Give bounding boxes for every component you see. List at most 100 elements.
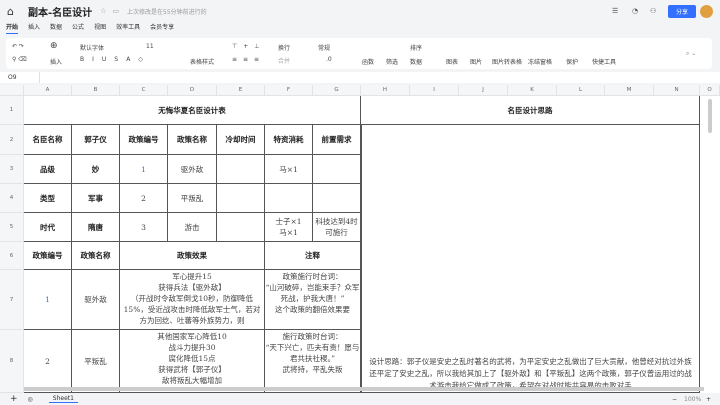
wrap-button[interactable]: 换行: [278, 43, 290, 52]
row-header[interactable]: 1: [0, 96, 24, 125]
column-header[interactable]: E: [217, 85, 265, 96]
data-cell[interactable]: 士子×1 马×1: [265, 213, 313, 242]
sort-button[interactable]: 排序: [410, 43, 422, 52]
add-sheet-icon[interactable]: +: [10, 394, 18, 404]
policy-effect-cell[interactable]: 军心提升15 获得兵法【驱外敌】 （开战时令敌军倒戈10秒，防御降低15%，受近…: [120, 270, 265, 330]
row-header[interactable]: 8: [0, 330, 24, 393]
policy-id-cell[interactable]: 2: [24, 330, 72, 393]
data-cell[interactable]: 时代: [24, 213, 72, 242]
column-header[interactable]: B: [72, 85, 120, 96]
column-header[interactable]: F: [265, 85, 313, 96]
align-vertical-icons[interactable]: ⊤+⊥: [232, 43, 265, 50]
column-header[interactable]: O: [700, 85, 720, 96]
align-horizontal-icons[interactable]: ≡≡≡: [232, 56, 265, 63]
history-icon[interactable]: ◔: [632, 7, 638, 15]
document-title[interactable]: 副本-名臣设计: [28, 4, 92, 19]
insert-icon[interactable]: ⊕: [50, 41, 58, 51]
zoom-out-icon[interactable]: −: [672, 396, 677, 403]
row-header[interactable]: 2: [0, 125, 24, 155]
menu-insert[interactable]: 插入: [28, 22, 40, 34]
data-cell[interactable]: 游击: [168, 213, 217, 242]
data-cell[interactable]: 马×1: [265, 155, 313, 184]
row-header[interactable]: 5: [0, 213, 24, 242]
data-cell[interactable]: 隋唐: [72, 213, 120, 242]
policy-id-cell[interactable]: 1: [24, 270, 72, 330]
column-header[interactable]: A: [24, 85, 72, 96]
column-header[interactable]: L: [557, 85, 605, 96]
data-cell[interactable]: [313, 155, 361, 184]
number-format-select[interactable]: 常规: [318, 43, 330, 52]
policy-effect-cell[interactable]: 其他国家军心降低10 战斗力提升30 腐化降低15点 获得武将【郭子仪】 敌将叛…: [120, 330, 265, 393]
collab-icon[interactable]: ⚇: [650, 7, 656, 15]
header-cell[interactable]: 前置需求: [313, 125, 361, 155]
data-cell[interactable]: [217, 213, 265, 242]
formula-input[interactable]: [40, 72, 720, 83]
quick-tools-button[interactable]: 快捷工具: [592, 57, 616, 66]
policy-name-cell[interactable]: 平叛乱: [72, 330, 120, 393]
share-button[interactable]: 分享: [668, 4, 697, 18]
format-painter-icon[interactable]: ⚲ ⌫: [12, 56, 27, 63]
header-cell[interactable]: 政策名称: [168, 125, 217, 155]
data-cell[interactable]: 驱外敌: [168, 155, 217, 184]
data-cell[interactable]: [313, 184, 361, 213]
filter-button[interactable]: 筛选: [386, 57, 398, 66]
data-button[interactable]: 数据: [410, 57, 422, 66]
design-text-cell[interactable]: 设计思路：郭子仪是安史之乱时著名的武将，为平定安史之乱做出了巨大贡献，他曾经对抗…: [361, 125, 700, 393]
avatar[interactable]: [700, 4, 713, 18]
column-header[interactable]: H: [361, 85, 410, 96]
column-header[interactable]: C: [120, 85, 168, 96]
data-cell[interactable]: 类型: [24, 184, 72, 213]
column-header[interactable]: J: [459, 85, 508, 96]
data-cell[interactable]: [217, 184, 265, 213]
chart-button[interactable]: 图表: [446, 57, 458, 66]
column-header[interactable]: K: [508, 85, 557, 96]
header-cell[interactable]: 郭子仪: [72, 125, 120, 155]
header-cell[interactable]: 政策编号: [24, 242, 72, 270]
font-size-select[interactable]: 11: [146, 43, 154, 50]
folder-icon[interactable]: ▭: [112, 7, 119, 15]
data-cell[interactable]: 妙: [72, 155, 120, 184]
spreadsheet-grid[interactable]: A B C D E F G H I J K L M N O 1 2 3 4 5 6 7 8 无悔华夏名臣设计表 名臣设计思路 名臣…: [0, 85, 720, 393]
header-cell[interactable]: 政策编号: [120, 125, 168, 155]
sheet-tab-sheet1[interactable]: Sheet1: [48, 395, 78, 403]
sheet-title[interactable]: 无悔华夏名臣设计表: [24, 96, 361, 125]
menu-home[interactable]: 开始: [6, 22, 19, 34]
merge-button[interactable]: 合并: [278, 56, 290, 65]
horizontal-scrollbar[interactable]: [24, 387, 704, 391]
data-cell[interactable]: 科技达到4时可施行: [313, 213, 361, 242]
column-header[interactable]: I: [410, 85, 459, 96]
decimal-button[interactable]: .0: [326, 56, 332, 63]
menu-formula[interactable]: 公式: [72, 22, 84, 34]
data-cell[interactable]: 平叛乱: [168, 184, 217, 213]
header-cell[interactable]: 特资消耗: [265, 125, 313, 155]
column-header[interactable]: N: [654, 85, 700, 96]
select-all-corner[interactable]: [0, 85, 24, 96]
cell-reference[interactable]: O9: [0, 72, 40, 83]
zoom-level[interactable]: 100%: [684, 396, 701, 403]
data-cell[interactable]: [265, 184, 313, 213]
zoom-in-icon[interactable]: +: [706, 396, 711, 403]
insert-button[interactable]: 插入: [50, 57, 62, 66]
protect-button[interactable]: 保护: [566, 57, 578, 66]
header-cell[interactable]: 政策效果: [120, 242, 265, 270]
header-cell[interactable]: 政策名称: [72, 242, 120, 270]
font-select[interactable]: 默认字体: [80, 43, 135, 52]
data-cell[interactable]: 品级: [24, 155, 72, 184]
row-header[interactable]: 6: [0, 242, 24, 270]
freeze-button[interactable]: 冻结窗格: [528, 57, 552, 66]
table-style-button[interactable]: 表格样式: [190, 57, 214, 66]
data-cell[interactable]: 2: [120, 184, 168, 213]
image-button[interactable]: 图片: [470, 57, 482, 66]
menu-view[interactable]: 视图: [94, 22, 106, 34]
column-header[interactable]: D: [168, 85, 217, 96]
row-header[interactable]: 4: [0, 184, 24, 213]
header-cell[interactable]: 注释: [265, 242, 361, 270]
data-cell[interactable]: 3: [120, 213, 168, 242]
text-style-buttons[interactable]: BIUSA◇: [80, 56, 151, 63]
search-icon[interactable]: ⌕ ⌄: [686, 50, 696, 58]
image-to-table-button[interactable]: 图片转表格: [492, 57, 522, 66]
row-header[interactable]: 3: [0, 155, 24, 184]
header-cell[interactable]: 名臣名称: [24, 125, 72, 155]
design-title[interactable]: 名臣设计思路: [361, 96, 700, 125]
data-cell[interactable]: 军事: [72, 184, 120, 213]
